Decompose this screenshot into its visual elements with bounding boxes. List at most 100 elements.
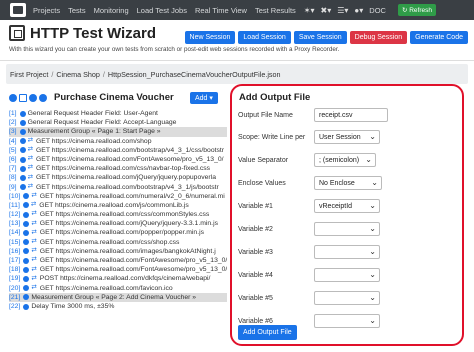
row-info-icon[interactable] (23, 303, 30, 310)
list-item[interactable]: [15] ⇄ GET https://cinema.realload.com/css… (9, 238, 227, 247)
field-select[interactable] (314, 222, 380, 236)
row-info-icon[interactable] (19, 184, 26, 191)
list-item[interactable]: [9] ⇄ GET https://cinema.realload.com/boot… (9, 183, 227, 192)
nav-doc[interactable]: DOC (369, 6, 386, 15)
user-icon[interactable]: ●▾ (354, 6, 363, 15)
row-text: General Request Header Field: Accept-Lan… (27, 119, 177, 127)
list-item[interactable]: [22] Delay Time 3000 ms, ±35% (9, 302, 227, 311)
row-info-icon[interactable] (19, 147, 26, 154)
nav-real-time-view[interactable]: Real Time View (195, 6, 247, 15)
row-index: [19] (9, 275, 21, 283)
list-item[interactable]: [1] General Request Header Field: User-Ag… (9, 109, 227, 118)
row-text: Measurement Group « Page 1: Start Page » (27, 128, 161, 136)
measurement-group-row[interactable]: [3] Measurement Group « Page 1: Start Pag… (9, 127, 227, 137)
list-item[interactable]: [12] ⇄ GET https://cinema.realload.com/css… (9, 210, 227, 219)
field-label: Scope: Write Line per (238, 133, 306, 141)
network-icon[interactable] (39, 93, 47, 102)
magic-wand-icon[interactable]: ✶▾ (304, 6, 315, 15)
field-select[interactable]: ; (semicolon) (314, 153, 376, 167)
field-label: Variable #6 (238, 317, 273, 325)
measurement-group-row[interactable]: [21] Measurement Group « Page 2: Add Cine… (9, 292, 227, 302)
nav-load-test-jobs[interactable]: Load Test Jobs (137, 6, 187, 15)
list-item[interactable]: [20] ⇄ GET https://cinema.realload.com/fav… (9, 284, 227, 293)
breadcrumb-folder[interactable]: Cinema Shop (56, 70, 100, 79)
list-item[interactable]: [4] ⇄ GET https://cinema.realload.com/shop (9, 137, 227, 146)
row-info-icon[interactable] (23, 294, 30, 301)
row-index: [4] (9, 137, 17, 145)
row-info-icon[interactable] (23, 211, 30, 218)
row-index: [8] (9, 174, 17, 182)
row-info-icon[interactable] (19, 110, 26, 117)
field-select[interactable]: vReceiptId (314, 199, 380, 213)
add-dropdown-button[interactable]: Add ▾ (190, 92, 218, 104)
field-select[interactable]: User Session (314, 130, 380, 144)
nav-projects[interactable]: Projects (33, 6, 60, 15)
row-info-icon[interactable] (23, 239, 30, 246)
field-select[interactable] (314, 268, 380, 282)
row-index: [12] (9, 211, 21, 219)
list-item[interactable]: [5] ⇄ GET https://cinema.realload.com/boot… (9, 146, 227, 155)
save-session-button[interactable]: Save Session (293, 31, 347, 44)
row-info-icon[interactable] (19, 165, 26, 172)
tools-icon[interactable]: ✖▾ (321, 6, 332, 15)
row-info-icon[interactable] (23, 266, 30, 273)
load-session-button[interactable]: Load Session (238, 31, 291, 44)
row-info-icon[interactable] (19, 156, 26, 163)
row-info-icon[interactable] (23, 220, 30, 227)
list-item[interactable]: [13] ⇄ GET https://cinema.realload.com/jQu… (9, 219, 227, 228)
wizard-icon (9, 25, 25, 41)
debug-session-button[interactable]: Debug Session (349, 31, 408, 44)
list-item[interactable]: [2] General Request Header Field: Accept-… (9, 118, 227, 127)
list-item[interactable]: [16] ⇄ GET https://cinema.realload.com/ima… (9, 247, 227, 256)
settings-icon[interactable] (19, 93, 27, 102)
list-item[interactable]: [6] ⇄ GET https://cinema.realload.com/Font… (9, 155, 227, 164)
nav-tests[interactable]: Tests (68, 6, 86, 15)
row-info-icon[interactable] (19, 128, 26, 135)
bars-icon[interactable]: ☰▾ (337, 6, 348, 15)
list-item[interactable]: [7] ⇄ GET https://cinema.realload.com/css/… (9, 164, 227, 173)
nav-monitoring[interactable]: Monitoring (94, 6, 129, 15)
request-arrows-icon: ⇄ (31, 210, 37, 218)
field-label: Variable #5 (238, 294, 273, 302)
row-info-icon[interactable] (23, 193, 30, 200)
app-logo[interactable] (10, 3, 26, 17)
row-info-icon[interactable] (23, 248, 30, 255)
row-info-icon[interactable] (23, 285, 30, 292)
list-item[interactable]: [8] ⇄ GET https://cinema.realload.com/jQue… (9, 173, 227, 182)
new-session-button[interactable]: New Session (184, 31, 236, 44)
form-row: Output File Name receipt.csv (238, 108, 458, 122)
row-info-icon[interactable] (22, 202, 29, 209)
row-text: GET https://cinema.realload.com/js/commo… (39, 201, 189, 209)
row-text: Measurement Group « Page 2: Add Cinema V… (31, 293, 197, 301)
breadcrumb-project[interactable]: First Project (10, 70, 48, 79)
list-item[interactable]: [18] ⇄ GET https://cinema.realload.com/Fon… (9, 265, 227, 274)
field-select[interactable] (314, 291, 380, 305)
refresh-button[interactable]: ↻ Refresh (397, 4, 436, 16)
row-text: GET https://cinema.realload.com/bootstra… (36, 183, 219, 191)
row-index: [5] (9, 146, 17, 154)
generate-code-button[interactable]: Generate Code (410, 31, 468, 44)
row-index: [14] (9, 229, 21, 237)
nav-test-results[interactable]: Test Results (255, 6, 296, 15)
output-file-name-input[interactable]: receipt.csv (314, 108, 388, 122)
list-item[interactable]: [10] ⇄ GET https://cinema.realload.com/num… (9, 192, 227, 201)
row-info-icon[interactable] (23, 275, 30, 282)
field-select[interactable]: No Enclose (314, 176, 382, 190)
list-item[interactable]: [19] ⇄ POST https://cinema.realload.com/dk… (9, 274, 227, 283)
row-info-icon[interactable] (23, 230, 30, 237)
list-item[interactable]: [11] ⇄ GET https://cinema.realload.com/js/… (9, 201, 227, 210)
row-info-icon[interactable] (19, 138, 26, 145)
row-info-icon[interactable] (23, 257, 30, 264)
row-index: [20] (9, 284, 21, 292)
row-index: [1] (9, 110, 17, 117)
field-select[interactable] (314, 245, 380, 259)
list-item[interactable]: [14] ⇄ GET https://cinema.realload.com/pop… (9, 228, 227, 237)
list-item[interactable]: [17] ⇄ GET https://cinema.realload.com/Fon… (9, 256, 227, 265)
info-icon[interactable] (9, 93, 17, 102)
row-index: [18] (9, 266, 21, 274)
row-info-icon[interactable] (19, 174, 26, 181)
request-arrows-icon: ⇄ (27, 146, 34, 154)
globe-icon[interactable] (29, 93, 37, 102)
field-select[interactable] (314, 314, 380, 328)
row-info-icon[interactable] (19, 119, 26, 126)
